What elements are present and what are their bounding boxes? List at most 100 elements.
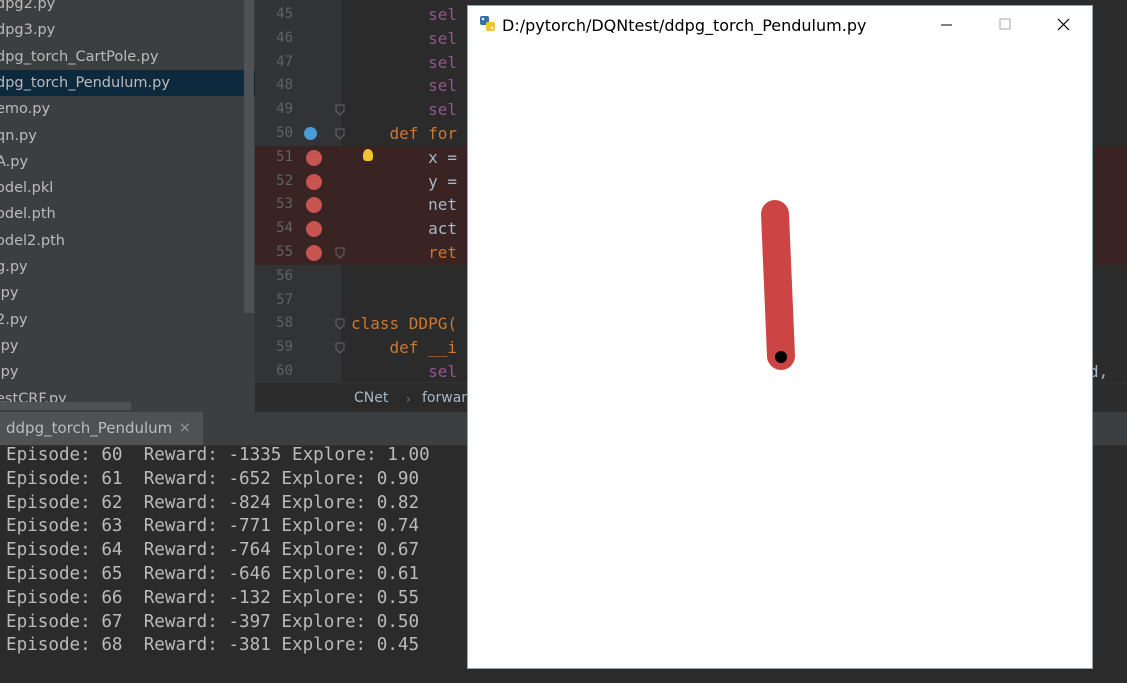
- maximize-icon: [999, 18, 1011, 30]
- tree-item-label: .py: [0, 364, 19, 381]
- tree-item-label: g.py: [0, 259, 28, 275]
- tree-item-label: 2.py: [0, 311, 28, 328]
- pendulum-render-window[interactable]: D:/pytorch/DQNtest/ddpg_torch_Pendulum.p…: [467, 5, 1093, 669]
- override-icon[interactable]: [304, 127, 317, 140]
- tree-item[interactable]: odel2.pth: [0, 228, 255, 254]
- pendulum-rod: [761, 200, 795, 370]
- code-text: sel: [351, 52, 457, 72]
- breakpoint-icon[interactable]: [306, 173, 322, 190]
- code-text: class DDPG(: [351, 314, 457, 334]
- console-line: Episode: 61 Reward: -652 Explore: 0.90: [6, 468, 420, 489]
- code-text: sel: [351, 362, 457, 381]
- console-line: Episode: 68 Reward: -381 Explore: 0.45: [6, 635, 420, 656]
- code-text: sel: [351, 28, 457, 48]
- tree-item-label: dpg2.py: [0, 0, 56, 12]
- tree-item-label: dpg_torch_CartPole.py: [0, 48, 159, 65]
- tree-item-label: odel.pkl: [0, 180, 54, 197]
- console-line: Episode: 64 Reward: -764 Explore: 0.67: [6, 540, 420, 561]
- line-number: 52: [276, 172, 293, 189]
- code-text: net: [351, 195, 457, 215]
- line-number: 54: [276, 220, 293, 237]
- line-number: 57: [276, 291, 293, 308]
- fold-icon[interactable]: [335, 128, 345, 140]
- run-tab-label: ddpg_torch_Pendulum: [6, 419, 173, 437]
- tree-item[interactable]: dpg_torch_Pendulum.py: [0, 69, 255, 96]
- project-tree-horizontal-scrollbar[interactable]: [0, 402, 131, 410]
- pendulum-pivot: [775, 351, 787, 363]
- breadcrumb-class[interactable]: CNet: [354, 390, 388, 406]
- console-line: Episode: 62 Reward: -824 Explore: 0.82: [6, 492, 420, 513]
- tree-item-label: qn.py: [0, 127, 37, 144]
- tree-item-label: .py: [0, 285, 19, 302]
- tree-item-label: A.py: [0, 153, 29, 170]
- console-line: Episode: 67 Reward: -397 Explore: 0.50: [6, 611, 420, 632]
- fold-icon[interactable]: [335, 342, 345, 354]
- minimize-button[interactable]: [918, 6, 976, 44]
- tree-item[interactable]: .py: [0, 280, 255, 306]
- tree-item-label: .py: [0, 337, 19, 354]
- line-number: 45: [276, 6, 293, 22]
- line-number: 47: [276, 53, 293, 70]
- tree-item[interactable]: dpg_torch_CartPole.py: [0, 44, 255, 70]
- tree-item[interactable]: 2.py: [0, 307, 255, 333]
- code-text: sel: [351, 100, 457, 120]
- minimize-icon: [941, 24, 952, 26]
- breadcrumb-method[interactable]: forwar: [422, 390, 467, 406]
- console-line: Episode: 65 Reward: -646 Explore: 0.61: [6, 564, 420, 584]
- code-text: x =: [351, 147, 457, 167]
- tree-item-label: dpg_torch_Pendulum.py: [0, 74, 170, 91]
- line-number: 49: [276, 101, 293, 118]
- tree-item-label: emo.py: [0, 101, 51, 118]
- line-number: 59: [276, 339, 293, 356]
- line-number: 48: [276, 77, 293, 94]
- breakpoint-icon[interactable]: [306, 149, 322, 166]
- tree-item[interactable]: odel.pth: [0, 201, 255, 227]
- line-number: 46: [276, 29, 293, 46]
- line-number: 50: [276, 125, 293, 141]
- tree-item[interactable]: emo.py: [0, 96, 255, 122]
- run-tab[interactable]: ddpg_torch_Pendulum ×: [0, 412, 203, 445]
- tree-item[interactable]: dpg2.py: [0, 0, 255, 17]
- tree-item[interactable]: .py: [0, 359, 255, 385]
- code-text: def __i: [351, 338, 457, 358]
- code-text: sel: [351, 76, 457, 96]
- line-number: 55: [276, 244, 293, 260]
- code-text: act: [351, 219, 457, 239]
- pendulum-canvas: [761, 200, 795, 370]
- maximize-button[interactable]: [976, 6, 1034, 44]
- tree-item[interactable]: g.py: [0, 254, 255, 280]
- code-text: def for: [351, 124, 457, 143]
- tree-item[interactable]: .py: [0, 333, 255, 359]
- console-line: Episode: 63 Reward: -771 Explore: 0.74: [6, 516, 420, 537]
- tree-item-label: dpg3.py: [0, 22, 56, 39]
- python-icon: [480, 16, 495, 31]
- close-icon: [1057, 18, 1070, 31]
- fold-icon[interactable]: [335, 318, 345, 331]
- breakpoint-icon[interactable]: [306, 221, 322, 238]
- project-tree: dpg2.py dpg3.py dpg_torch_CartPole.py dpg_t…: [0, 0, 255, 412]
- close-button[interactable]: [1034, 6, 1092, 44]
- tree-item[interactable]: A.py: [0, 149, 255, 175]
- breakpoint-icon[interactable]: [306, 245, 322, 261]
- line-number: 58: [276, 315, 293, 332]
- code-text: sel: [351, 5, 457, 24]
- console-line: Episode: 66 Reward: -132 Explore: 0.55: [6, 587, 420, 608]
- fold-icon[interactable]: [335, 247, 345, 259]
- tree-item-label: odel2.pth: [0, 232, 65, 249]
- breakpoint-icon[interactable]: [306, 197, 322, 214]
- window-title: D:/pytorch/DQNtest/ddpg_torch_Pendulum.p…: [502, 16, 867, 35]
- line-number: 60: [276, 363, 293, 379]
- line-number: 53: [276, 196, 293, 213]
- code-text: ret: [351, 243, 457, 262]
- breadcrumb-separator-icon: ›: [406, 392, 411, 406]
- tree-item[interactable]: qn.py: [0, 123, 255, 149]
- tree-item[interactable]: odel.pkl: [0, 175, 255, 201]
- fold-icon[interactable]: [335, 104, 345, 116]
- tree-item-label: odel.pth: [0, 206, 56, 223]
- tree-item[interactable]: dpg3.py: [0, 17, 255, 43]
- console-line: Episode: 60 Reward: -1335 Explore: 1.00: [6, 445, 430, 465]
- close-icon[interactable]: ×: [179, 412, 191, 445]
- code-text: y =: [351, 171, 457, 191]
- line-number: 51: [276, 148, 293, 165]
- project-tree-vertical-scrollbar[interactable]: [244, 0, 254, 313]
